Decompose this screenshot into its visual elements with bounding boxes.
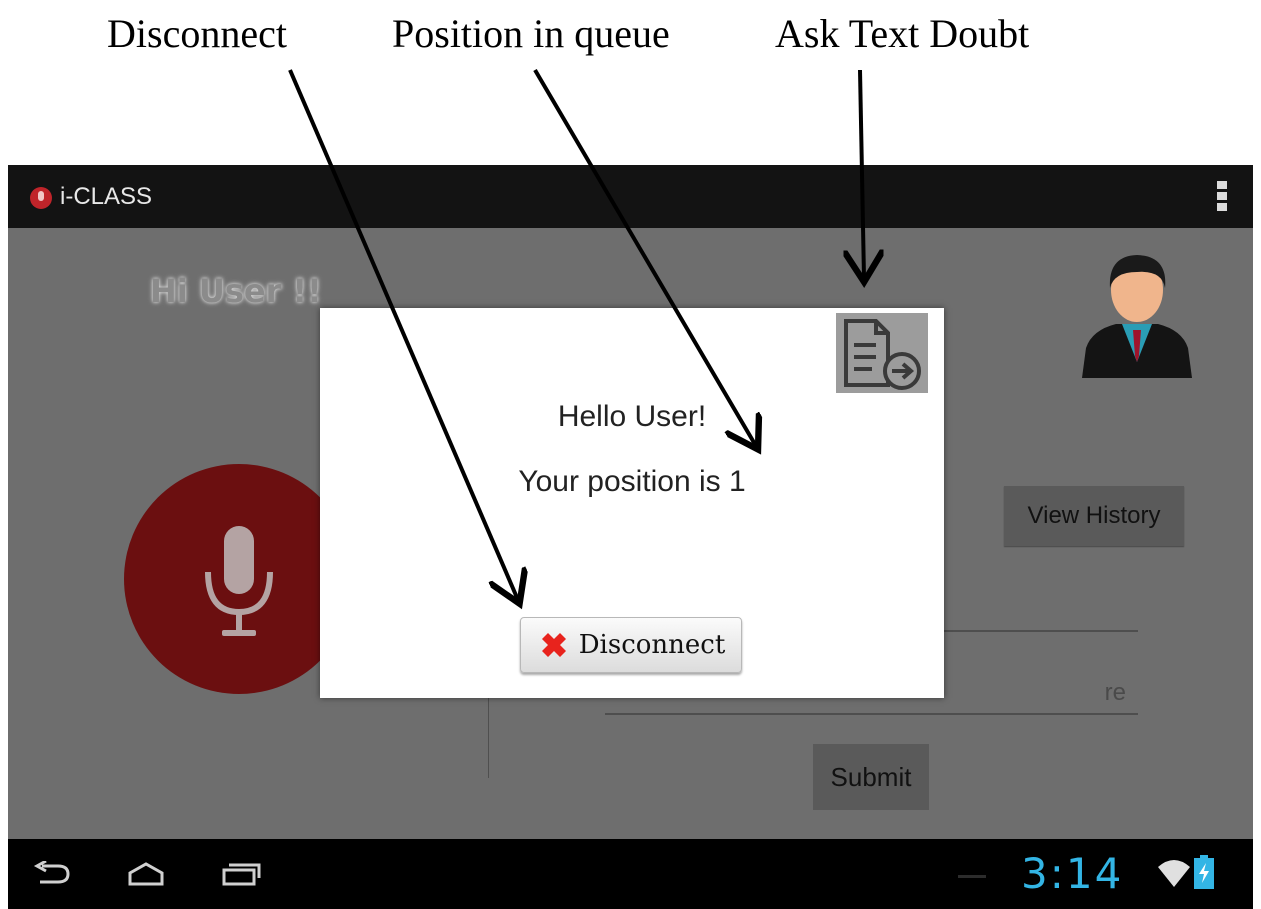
arrow-position [533,68,756,446]
arrow-ask-doubt [860,69,864,278]
annotation-arrows [288,68,1261,909]
arrow-disconnect [288,69,518,600]
